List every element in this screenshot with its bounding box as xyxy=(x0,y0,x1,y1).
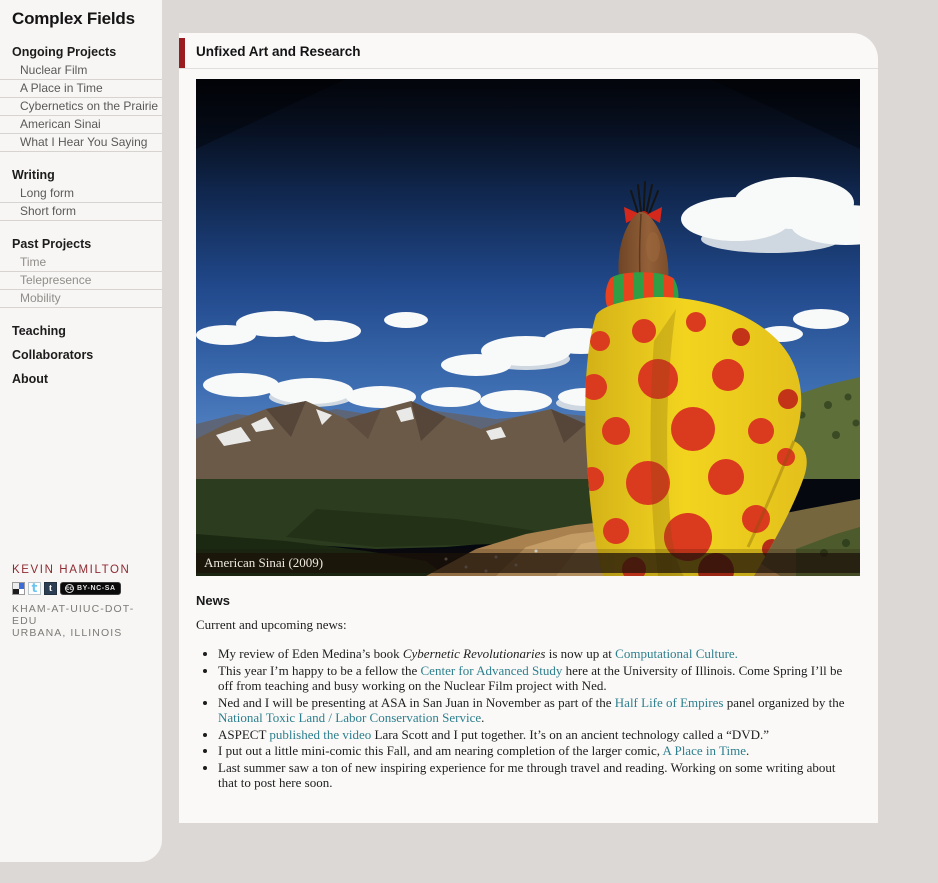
author-name: KEVIN HAMILTON xyxy=(12,564,131,576)
delicious-icon[interactable] xyxy=(12,582,25,595)
news-item: I put out a little mini-comic this Fall,… xyxy=(218,743,858,759)
book-title: Cybernetic Revolutionaries xyxy=(402,646,546,661)
news-heading: News xyxy=(196,593,230,608)
sidebar-heading-past-projects: Past Projects xyxy=(12,237,92,251)
news-intro: Current and upcoming news: xyxy=(196,617,347,632)
contact-email: KHAM-AT-UIUC-DOT-EDU xyxy=(12,603,135,627)
news-item: Last summer saw a ton of new inspiring e… xyxy=(218,760,858,791)
sidebar-item-american-sinai[interactable]: American Sinai xyxy=(0,116,162,134)
page-header: Unfixed Art and Research xyxy=(179,33,878,69)
news-text: panel organized by the xyxy=(723,694,845,710)
photo-caption: American Sinai (2009) xyxy=(196,553,860,573)
news-text: Ned and I will be presenting at ASA in S… xyxy=(218,694,615,710)
sidebar-section-collaborators: Collaborators xyxy=(0,348,162,362)
sidebar-item-long-form[interactable]: Long form xyxy=(0,185,162,203)
news-text: I put out a little mini-comic this Fall,… xyxy=(218,743,663,758)
news-text: Lara Scott and I put together. It’s on a… xyxy=(371,726,770,742)
tumblr-icon[interactable]: t xyxy=(44,582,57,595)
sidebar-nav: Ongoing Projects Nuclear Film A Place in T… xyxy=(0,45,162,386)
sidebar-item-what-i-hear-you-saying[interactable]: What I Hear You Saying xyxy=(0,134,162,152)
sidebar-heading-about[interactable]: About xyxy=(0,372,162,386)
sidebar-section-about: About xyxy=(0,372,162,386)
news-text: is now up at xyxy=(545,646,616,661)
news-text: My review of Eden Medina’s book xyxy=(218,646,403,661)
cc-icon: cc xyxy=(65,584,74,593)
sidebar-section-past-projects: Past Projects Time Telepresence Mobility xyxy=(0,237,162,308)
news-link-computational-culture[interactable]: Computational Culture. xyxy=(615,646,738,661)
twitter-icon[interactable]: t xyxy=(28,582,41,595)
news-link-national-toxic-land-labor-conservation-service[interactable]: National Toxic Land / Labor Conservation… xyxy=(218,710,481,725)
site-title[interactable]: Complex Fields xyxy=(0,0,162,29)
news-text: . xyxy=(481,710,485,725)
news-item: My review of Eden Medina’s book Cybernet… xyxy=(218,646,858,662)
sidebar-item-nuclear-film[interactable]: Nuclear Film xyxy=(0,62,162,80)
sidebar-item-short-form[interactable]: Short form xyxy=(0,203,162,221)
photo-illustration xyxy=(196,79,860,576)
news-item: Ned and I will be presenting at ASA in S… xyxy=(218,695,858,726)
news-text: Last summer saw a ton of new inspiring e… xyxy=(218,759,836,791)
sidebar-section-teaching: Teaching xyxy=(0,324,162,338)
cc-license-text: BY-NC-SA xyxy=(77,585,116,592)
sidebar-item-a-place-in-time[interactable]: A Place in Time xyxy=(0,80,162,98)
contact-location: URBANA, ILLINOIS xyxy=(12,627,123,639)
news-link-half-life-of-empires[interactable]: Half Life of Empires xyxy=(615,695,724,710)
sidebar-footer: KEVIN HAMILTON t t cc BY-NC-SA KHAM-AT-U… xyxy=(12,564,157,639)
contact-info: KHAM-AT-UIUC-DOT-EDU URBANA, ILLINOIS xyxy=(12,603,157,639)
sidebar-heading-ongoing-projects: Ongoing Projects xyxy=(12,45,117,59)
news-link-center-for-advanced-study[interactable]: Center for Advanced Study xyxy=(421,663,563,678)
sidebar: Complex Fields Ongoing Projects Nuclear F… xyxy=(0,0,162,862)
sidebar-heading-teaching[interactable]: Teaching xyxy=(0,324,162,338)
header-accent-bar xyxy=(179,38,185,68)
page-title: Unfixed Art and Research xyxy=(196,44,361,59)
news-item: ASPECT published the video Lara Scott an… xyxy=(218,727,858,743)
american-sinai-photo[interactable]: American Sinai (2009) xyxy=(196,79,860,576)
news-text: This year I’m happy to be a fellow the xyxy=(218,662,421,678)
news-link-published-the-video[interactable]: published the video xyxy=(269,727,371,742)
news-text: ASPECT xyxy=(218,726,270,742)
sidebar-item-time[interactable]: Time xyxy=(0,254,162,272)
sidebar-heading-collaborators[interactable]: Collaborators xyxy=(0,348,162,362)
social-icon-row: t t cc BY-NC-SA xyxy=(12,582,157,595)
sidebar-item-mobility[interactable]: Mobility xyxy=(0,290,162,308)
cc-license-badge[interactable]: cc BY-NC-SA xyxy=(60,582,121,595)
news-section: News Current and upcoming news: My revie… xyxy=(179,576,878,791)
sidebar-section-writing: Writing Long form Short form xyxy=(0,168,162,221)
news-list: My review of Eden Medina’s book Cybernet… xyxy=(196,646,858,791)
news-link-a-place-in-time[interactable]: A Place in Time xyxy=(663,743,746,758)
sidebar-section-ongoing-projects: Ongoing Projects Nuclear Film A Place in T… xyxy=(0,45,162,152)
main-content: Unfixed Art and Research American Sinai … xyxy=(179,33,878,823)
sidebar-item-telepresence[interactable]: Telepresence xyxy=(0,272,162,290)
sidebar-heading-writing: Writing xyxy=(12,168,55,182)
news-item: This year I’m happy to be a fellow the C… xyxy=(218,663,858,694)
news-text: . xyxy=(745,743,750,758)
sidebar-item-cybernetics-on-the-prairie[interactable]: Cybernetics on the Prairie xyxy=(0,98,162,116)
